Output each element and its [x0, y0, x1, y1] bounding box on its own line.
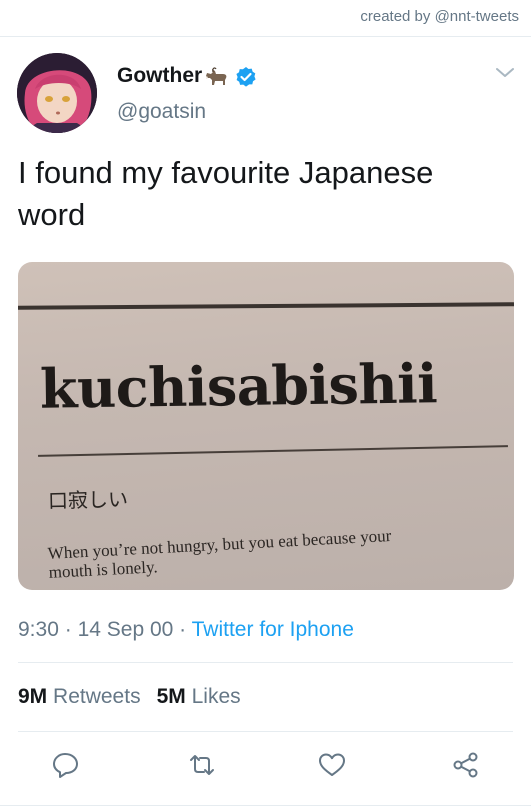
likes-stat[interactable]: 5M Likes — [157, 685, 241, 708]
japanese-word: 口寂しい — [47, 487, 129, 513]
meta-separator: · — [64, 618, 72, 641]
like-icon[interactable] — [317, 750, 347, 780]
retweets-label: Retweets — [53, 685, 141, 708]
goat-icon — [206, 67, 227, 85]
tweet-media-image[interactable]: kuchisabishii 口寂しい When you’re not hungr… — [18, 262, 514, 590]
created-by-label: created by @nnt-tweets — [360, 8, 519, 25]
meta-separator: · — [179, 618, 187, 641]
tweet-text: I found my favourite Japanese word — [18, 155, 434, 232]
definition-text: When you’re not hungry, but you eat beca… — [47, 525, 392, 582]
likes-label: Likes — [191, 685, 241, 708]
page-rule — [38, 445, 508, 457]
avatar-illustration — [17, 53, 97, 133]
headword: kuchisabishii — [39, 351, 438, 421]
page-rule — [18, 302, 514, 310]
tweet-source-link[interactable]: Twitter for Iphone — [192, 618, 354, 641]
divider — [18, 731, 513, 732]
share-icon[interactable] — [451, 750, 481, 780]
divider — [18, 662, 513, 663]
avatar[interactable] — [17, 53, 97, 133]
top-bar: created by @nnt-tweets — [0, 0, 531, 37]
reply-icon[interactable] — [51, 750, 81, 780]
tweet-meta: 9:30 · 14 Sep 00 · Twitter for Iphone — [18, 618, 354, 642]
chevron-down-icon[interactable] — [494, 66, 516, 80]
tweet-time: 9:30 — [18, 618, 59, 641]
handle[interactable]: @goatsin — [117, 100, 206, 124]
retweet-icon[interactable] — [187, 750, 217, 780]
tweet-stats: 9M Retweets 5M Likes — [18, 685, 241, 709]
likes-count: 5M — [156, 685, 186, 708]
retweets-count: 9M — [18, 685, 48, 708]
tweet-date: 14 Sep 00 — [77, 618, 174, 641]
display-name[interactable]: Gowther — [117, 64, 202, 88]
divider — [0, 805, 531, 806]
verified-icon — [236, 67, 256, 87]
retweets-stat[interactable]: 9M Retweets — [18, 685, 141, 708]
